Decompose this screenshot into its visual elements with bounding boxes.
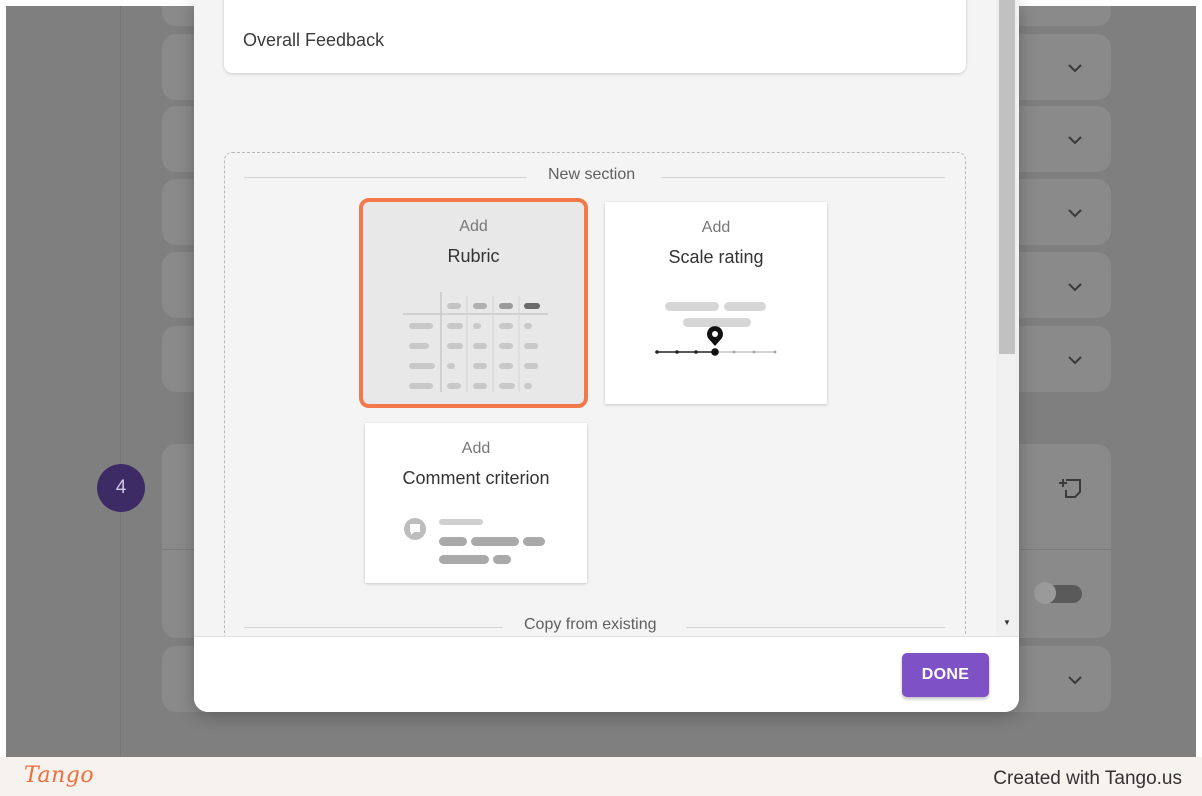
rubric-table-icon [403,292,548,392]
section-rule [686,627,945,628]
add-criterion-dialog: Overall Feedback New section Add Rubric [194,0,1019,712]
scroll-down-arrow[interactable]: ▼ [1003,618,1011,627]
new-section-heading: New section [542,166,642,184]
screenshot: 4 Overall Feedback New section Add Rubri… [0,0,1202,796]
add-comment-criterion-tile[interactable]: Add Comment criterion [365,423,587,583]
tile-add-label: Add [461,440,491,457]
background-timeline-rule [120,6,121,757]
tango-logo: Tango [24,763,95,788]
step-badge: 4 [97,464,145,512]
frame-right [1196,0,1202,757]
dialog-footer: DONE [194,636,1019,712]
chevron-down-icon [1068,132,1082,145]
chevron-down-icon [1068,205,1082,218]
overall-feedback-label: Overall Feedback [243,30,385,50]
tile-name-label: Rubric [447,246,500,266]
dialog-scroll-area[interactable]: Overall Feedback New section Add Rubric [194,0,1019,636]
copy-from-existing-heading: Copy from existing [518,616,663,634]
section-rule [244,627,503,628]
scale-rating-icon [655,302,777,356]
done-button[interactable]: DONE [902,653,989,697]
scrollbar-thumb[interactable] [999,0,1015,354]
chevron-down-icon [1068,672,1082,685]
chevron-down-icon [1068,352,1082,365]
overall-feedback-card[interactable]: Overall Feedback [224,0,966,73]
tile-add-label: Add [701,219,731,236]
chevron-down-icon [1068,60,1082,73]
frame-left [0,0,6,757]
add-rubric-tile[interactable]: Add Rubric [359,198,588,408]
comment-criterion-icon [404,518,545,564]
section-rule [244,177,527,178]
brand-bar: Tango Created with Tango.us [0,757,1202,796]
tile-add-label: Add [459,218,488,235]
tango-credit: Created with Tango.us [993,768,1182,789]
section-rule [661,177,945,178]
add-scale-rating-tile[interactable]: Add Scale rating [605,202,827,404]
new-section-panel [224,152,966,636]
tile-name-label: Scale rating [668,247,764,267]
chevron-down-icon [1068,279,1082,292]
add-section-icon [1058,476,1084,500]
tile-name-label: Comment criterion [402,468,550,488]
background-toggle-knob [1034,582,1056,604]
